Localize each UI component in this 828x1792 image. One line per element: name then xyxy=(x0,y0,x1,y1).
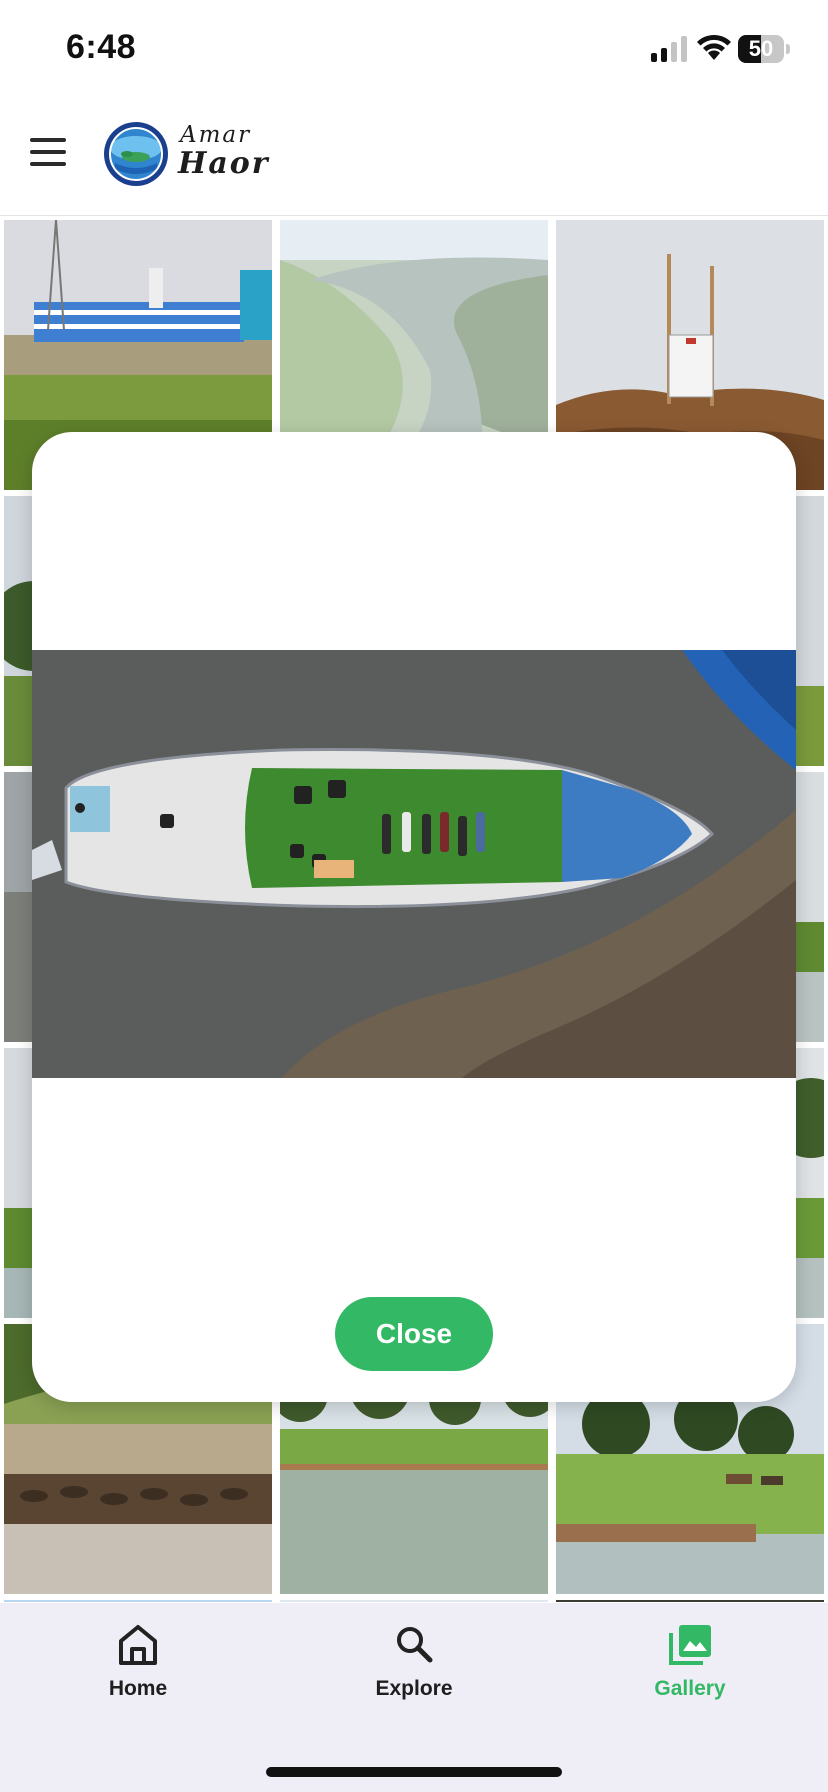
brand-wordmark: Amar Haor xyxy=(178,120,288,190)
battery-icon: 50 xyxy=(738,35,790,63)
nav-label-gallery: Gallery xyxy=(654,1677,726,1700)
preview-image xyxy=(32,650,796,1078)
gallery-image[interactable] xyxy=(4,1600,272,1602)
nav-item-home[interactable]: Home xyxy=(0,1603,276,1733)
hamburger-menu-icon[interactable] xyxy=(30,138,70,172)
search-icon xyxy=(397,1627,433,1663)
close-button[interactable]: Close xyxy=(335,1297,493,1371)
brand-line-2: Haor xyxy=(178,146,270,181)
app-logo xyxy=(104,122,168,186)
cellular-signal-icon xyxy=(651,36,687,62)
gallery-image[interactable] xyxy=(556,1600,824,1602)
app-header: Amar Haor xyxy=(0,100,828,216)
bottom-navigation: Home Explore Gallery xyxy=(0,1603,828,1792)
image-preview-modal: Close xyxy=(32,432,796,1402)
wifi-icon xyxy=(697,34,731,60)
home-indicator xyxy=(266,1767,562,1777)
gallery-icon xyxy=(669,1625,711,1665)
status-bar: 6:48 50 xyxy=(0,0,828,100)
gallery-image[interactable] xyxy=(280,1600,548,1602)
home-icon xyxy=(119,1625,157,1665)
brand-line-1: Amar xyxy=(180,122,252,148)
nav-label-home: Home xyxy=(108,1677,168,1700)
battery-percentage: 50 xyxy=(748,36,774,61)
nav-item-gallery[interactable]: Gallery xyxy=(552,1603,828,1733)
nav-label-explore: Explore xyxy=(375,1677,453,1700)
status-time: 6:48 xyxy=(66,28,137,66)
nav-item-explore[interactable]: Explore xyxy=(276,1603,552,1733)
